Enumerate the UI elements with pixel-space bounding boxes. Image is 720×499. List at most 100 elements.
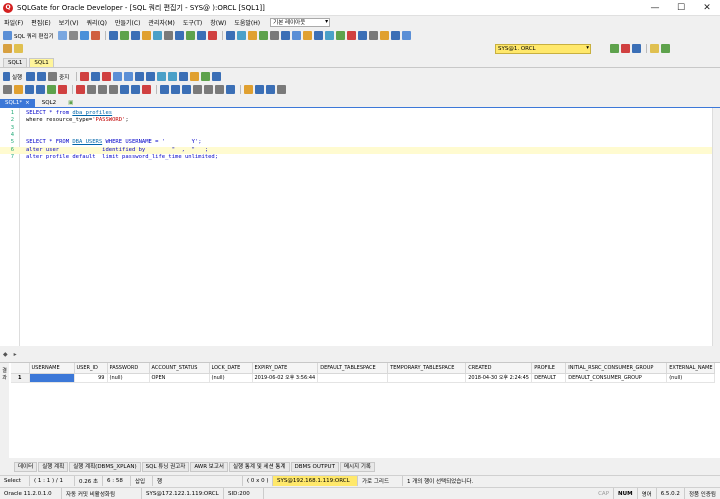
column-header[interactable]: PROFILE <box>531 363 567 374</box>
bookmark-icon[interactable] <box>379 31 389 40</box>
export-icon[interactable] <box>90 31 100 40</box>
schema-icon[interactable] <box>130 31 140 40</box>
menu-admin[interactable]: 관리자(M) <box>144 18 178 27</box>
close-x-icon[interactable] <box>142 85 151 94</box>
tab-explain-plan[interactable]: 실행 계획 <box>38 462 69 472</box>
table-cell[interactable]: DEFAULT_CONSUMER_GROUP <box>565 373 668 383</box>
sql-editor-icon[interactable] <box>3 31 12 40</box>
show-whitespace-icon[interactable] <box>204 85 213 94</box>
report-icon[interactable] <box>141 31 151 40</box>
table-cell[interactable]: (null) <box>209 373 253 383</box>
snippet-icon[interactable] <box>190 72 200 81</box>
column-header[interactable]: PASSWORD <box>107 363 150 374</box>
trace-icon[interactable] <box>102 72 112 81</box>
plan-icon[interactable] <box>357 31 367 40</box>
column-header[interactable]: LOCK_DATE <box>209 363 253 374</box>
sync-icon[interactable] <box>280 31 290 40</box>
import-icon[interactable] <box>291 31 301 40</box>
uncomment-icon[interactable] <box>124 72 134 81</box>
outdent-icon[interactable] <box>146 72 156 81</box>
menu-edit[interactable]: 편집(E) <box>27 18 55 27</box>
save-file-icon[interactable] <box>25 85 34 94</box>
connect-icon[interactable] <box>3 44 12 53</box>
pilcrow-icon[interactable] <box>215 85 224 94</box>
table-icon[interactable] <box>108 31 118 40</box>
indent-icon[interactable] <box>135 72 145 81</box>
menu-view[interactable]: 보기(V) <box>55 18 83 27</box>
play-icon[interactable] <box>3 72 10 81</box>
menu-help[interactable]: 도움말(H) <box>230 18 264 27</box>
code-line-1[interactable]: 1 SELECT * from dba_profiles <box>0 110 712 117</box>
help-icon[interactable] <box>401 31 411 40</box>
table-cell[interactable]: 99 <box>74 373 108 383</box>
tab-message-log[interactable]: 메시지 기록 <box>339 462 375 472</box>
pin-icon[interactable]: ◆ <box>3 351 8 358</box>
row-number[interactable]: 1 <box>11 373 30 383</box>
execute-label[interactable]: 실행 <box>12 73 22 81</box>
close-button[interactable]: ✕ <box>694 0 720 16</box>
status-grid-mode[interactable]: 가로 그리드 <box>358 476 403 486</box>
menu-window[interactable]: 창(W) <box>206 18 230 27</box>
history-icon[interactable] <box>390 31 400 40</box>
column-header[interactable]: ACCOUNT_STATUS <box>149 363 210 374</box>
execute-script-icon[interactable] <box>37 72 47 81</box>
column-header[interactable]: INITIAL_RSRC_CONSUMER_GROUP <box>565 363 668 374</box>
monitor-icon[interactable] <box>207 31 217 40</box>
menu-query[interactable]: 쿼리(Q) <box>83 18 111 27</box>
query-builder-icon[interactable] <box>324 31 334 40</box>
panel-splitter[interactable]: ◆ ▸ <box>0 348 720 360</box>
beautify-icon[interactable] <box>179 72 189 81</box>
comment-icon[interactable] <box>113 72 123 81</box>
bind-var-icon[interactable] <box>201 72 211 81</box>
code-line-5[interactable]: 5 SELECT * FROM DBA_USERS WHERE USERNAME … <box>0 139 712 146</box>
lock-icon[interactable] <box>247 31 257 40</box>
transaction-icon[interactable] <box>632 44 641 53</box>
script-icon[interactable] <box>313 31 323 40</box>
grid-icon[interactable] <box>119 31 129 40</box>
tab-dbms-output[interactable]: DBMS OUTPUT <box>290 462 339 472</box>
word-wrap-icon[interactable] <box>193 85 202 94</box>
lowercase-icon[interactable] <box>168 72 178 81</box>
session-icon[interactable] <box>196 31 206 40</box>
maximize-button[interactable]: ☐ <box>668 0 694 16</box>
export-result-icon[interactable] <box>266 85 275 94</box>
table-cell[interactable] <box>317 373 389 383</box>
copy-icon[interactable] <box>98 85 107 94</box>
uppercase-icon[interactable] <box>157 72 167 81</box>
grid-expand-icon[interactable]: ▸ <box>14 351 17 358</box>
format-icon[interactable] <box>91 72 101 81</box>
undo-icon[interactable] <box>120 85 129 94</box>
compare-icon[interactable] <box>185 31 195 40</box>
transaction-commit-icon[interactable] <box>47 85 56 94</box>
code-line-3[interactable]: 3 <box>0 125 712 132</box>
column-header[interactable]: TEMPORARY_TABLESPACE <box>387 363 467 374</box>
tools-icon[interactable] <box>368 31 378 40</box>
menu-tools[interactable]: 도구(T) <box>179 18 206 27</box>
transaction-rollback-icon[interactable] <box>58 85 67 94</box>
column-header[interactable]: USER_ID <box>74 363 108 374</box>
tab-data[interactable]: 데이터 <box>14 462 38 472</box>
table-cell[interactable] <box>387 373 467 383</box>
table-cell[interactable]: (null) <box>666 373 716 383</box>
column-header[interactable]: CREATED <box>465 363 533 374</box>
error-log-icon[interactable] <box>346 31 356 40</box>
explain-plan-icon[interactable] <box>80 72 90 81</box>
stop-icon[interactable] <box>48 72 58 81</box>
tab-awr-report[interactable]: AWR 보고서 <box>190 462 228 472</box>
object-icon[interactable] <box>163 31 173 40</box>
menu-file[interactable]: 파일(F) <box>0 18 27 27</box>
window-icon[interactable] <box>174 31 184 40</box>
favorite-icon[interactable] <box>650 44 659 53</box>
goto-line-icon[interactable] <box>182 85 191 94</box>
save-result-icon[interactable] <box>255 85 264 94</box>
tab-sql-tuning[interactable]: SQL 튜닝 권고자 <box>141 462 190 472</box>
split-editor-icon[interactable] <box>226 85 235 94</box>
menu-create[interactable]: 만들기(C) <box>111 18 144 27</box>
column-header[interactable]: USERNAME <box>29 363 75 374</box>
column-header[interactable]: EXTERNAL_NAME <box>666 363 716 374</box>
table-row[interactable]: 1 99 (null) OPEN (null) 2019-06-02 오후 3:… <box>11 373 716 383</box>
table-cell[interactable]: OPEN <box>149 373 210 383</box>
code-line-6[interactable]: 6 alter user identified by " , " ; <box>0 146 712 154</box>
table-cell[interactable]: (null) <box>107 373 150 383</box>
code-line-4[interactable]: 4 <box>0 132 712 139</box>
